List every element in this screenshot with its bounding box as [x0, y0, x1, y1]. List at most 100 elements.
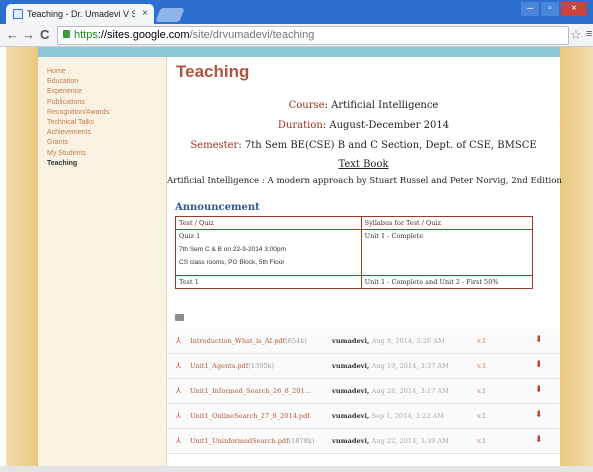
course-label: Course: [288, 100, 325, 111]
sidebar-item-education[interactable]: Education: [47, 77, 166, 87]
download-arrow-icon[interactable]: ⬇: [535, 410, 543, 420]
file-owner-name: vumadevi,: [332, 387, 370, 395]
download-arrow-icon[interactable]: ⬇: [535, 360, 543, 370]
file-owner-name: vumadevi,: [332, 337, 370, 345]
table-header-cell: Test / Quiz: [175, 216, 362, 230]
bottom-bar: [0, 466, 593, 472]
page-viewport: Home Education Experience Publications R…: [0, 47, 593, 472]
textbook-link[interactable]: Text Book: [338, 159, 388, 170]
file-link[interactable]: Introduction_What_is_AI.pdf(654k): [190, 337, 332, 345]
sidebar-item-experience[interactable]: Experience: [47, 87, 166, 97]
sidebar-nav: Home Education Experience Publications R…: [38, 57, 167, 467]
sidebar-item-my-students[interactable]: My Students: [47, 149, 166, 159]
window-maximize-button[interactable]: ▫: [541, 2, 559, 16]
course-value: : Artificial Intelligence: [324, 100, 439, 111]
file-version-link[interactable]: v.1: [477, 412, 486, 420]
main-content: Teaching Course: Artificial Intelligence…: [167, 57, 562, 467]
forward-arrow-icon[interactable]: →: [22, 26, 35, 44]
quiz-schedule: 7th Sem C & B on 22-9-2014 3:00pm: [179, 246, 286, 253]
file-version-link[interactable]: v.1: [477, 337, 486, 345]
sidebar-item-technical-talks[interactable]: Technical Talks: [47, 118, 166, 128]
file-owner: vumadevi, Aug 8, 2014, 3:26 AM: [332, 337, 445, 345]
table-cell: Unit 1 - Complete: [360, 229, 534, 276]
new-tab-button[interactable]: [155, 8, 185, 22]
list-item: ⅄ Introduction_What_is_AI.pdf(654k) vuma…: [167, 329, 560, 354]
pdf-icon: ⅄: [176, 336, 181, 345]
file-name: Unit1_UninformedSearch.pdf: [190, 437, 289, 445]
duration-label: Duration: [277, 120, 323, 131]
window-close-button[interactable]: ×: [561, 2, 587, 16]
sidebar-item-recognition-awards[interactable]: Recognition/Awards: [47, 108, 166, 118]
reload-icon[interactable]: C: [40, 26, 49, 44]
window-minimize-button[interactable]: –: [521, 2, 539, 16]
file-date: Aug 8, 2014, 3:26 AM: [371, 337, 445, 345]
list-item: ⅄ Unit1_Informed_Search_26_8_201... vuma…: [167, 379, 560, 404]
download-arrow-icon[interactable]: ⬇: [535, 435, 543, 445]
file-date: Aug 22, 2014, 3:39 AM: [371, 437, 449, 445]
table-row: Quiz 1 7th Sem C & B on 22-9-2014 3:00pm…: [175, 229, 534, 276]
pdf-icon: ⅄: [176, 361, 181, 370]
page-background-right: [560, 47, 593, 472]
table-row: Test 1 Unit 1 - Complete and Unit 2 - Fi…: [175, 275, 534, 289]
pdf-icon: ⅄: [176, 436, 181, 445]
sidebar-item-teaching[interactable]: Teaching: [47, 159, 166, 169]
textbook-description: Artificial Intelligence : A modern appro…: [167, 176, 562, 186]
list-item: ⅄ Unit1_OnlineSearch_27_8_2014.pdf vumad…: [167, 404, 560, 429]
download-arrow-icon[interactable]: ⬇: [535, 385, 543, 395]
back-arrow-icon[interactable]: ←: [6, 26, 19, 44]
sidebar-item-achievements[interactable]: Achievements: [47, 128, 166, 138]
file-size: (1878k): [288, 437, 315, 445]
browser-tab[interactable]: Teaching - Dr. Umadevi V Sr ×: [6, 4, 154, 24]
page-background-left: [6, 47, 38, 472]
file-date: Aug 19, 2014, 3:37 AM: [371, 362, 449, 370]
file-name: Unit1_Agents.pdf: [190, 362, 249, 370]
folder-icon: [175, 314, 184, 321]
sidebar-item-grants[interactable]: Grants: [47, 138, 166, 148]
duration-value: : August-December 2014: [322, 120, 450, 131]
file-link[interactable]: Unit1_Informed_Search_26_8_201...: [190, 387, 332, 395]
file-owner: vumadevi, Aug 22, 2014, 3:39 AM: [332, 437, 449, 445]
table-cell: Unit 1 - Complete and Unit 2 - First 50%: [360, 275, 534, 289]
tab-close-icon[interactable]: ×: [142, 4, 148, 24]
semester-label: Semester: [190, 140, 239, 151]
bookmark-star-icon[interactable]: ☆: [570, 27, 582, 43]
table-cell: Test 1: [175, 275, 362, 289]
file-date: Sep 1, 2014, 3:22 AM: [371, 412, 445, 420]
file-name: Introduction_What_is_AI.pdf: [190, 337, 286, 345]
quiz-table: Test / Quiz Syllabus for Test / Quiz Qui…: [175, 216, 534, 289]
file-link[interactable]: Unit1_OnlineSearch_27_8_2014.pdf: [190, 412, 332, 420]
semester-line: Semester: 7th Sem BE(CSE) B and C Sectio…: [167, 140, 560, 151]
file-owner-name: vumadevi,: [332, 412, 370, 420]
sidebar-item-home[interactable]: Home: [47, 67, 166, 77]
pdf-icon: ⅄: [176, 411, 181, 420]
sidebar-item-publications[interactable]: Publications: [47, 98, 166, 108]
lock-icon: [63, 30, 70, 38]
file-owner: vumadevi, Sep 1, 2014, 3:22 AM: [332, 412, 444, 420]
file-link[interactable]: Unit1_Agents.pdf(1395k): [190, 362, 332, 370]
browser-menu-icon[interactable]: ≡: [586, 28, 592, 40]
file-date: Aug 28, 2014, 3:17 AM: [371, 387, 449, 395]
file-owner: vumadevi, Aug 28, 2014, 3:17 AM: [332, 387, 449, 395]
file-link[interactable]: Unit1_UninformedSearch.pdf(1878k): [190, 437, 332, 445]
course-line: Course: Artificial Intelligence: [167, 100, 560, 111]
url-text: https://sites.google.com/site/drvumadevi…: [74, 27, 314, 44]
quiz-venue: CS class rooms, PG Block, 5th Floor: [179, 259, 285, 266]
browser-tab-bar: Teaching - Dr. Umadevi V Sr × – ▫ ×: [0, 0, 593, 24]
pdf-icon: ⅄: [176, 386, 181, 395]
file-owner: vumadevi, Aug 19, 2014, 3:37 AM: [332, 362, 449, 370]
list-item: ⅄ Unit1_UninformedSearch.pdf(1878k) vuma…: [167, 429, 560, 454]
page-favicon-icon: [13, 9, 23, 19]
list-item: ⅄ Unit1_Agents.pdf(1395k) vumadevi, Aug …: [167, 354, 560, 379]
address-bar[interactable]: https://sites.google.com/site/drvumadevi…: [57, 26, 569, 45]
browser-toolbar: ← → C https://sites.google.com/site/drvu…: [0, 24, 593, 47]
file-version-link[interactable]: v.1: [477, 387, 486, 395]
file-name: Unit1_Informed_Search_26_8_201...: [190, 387, 311, 395]
table-header-cell: Syllabus for Test / Quiz: [360, 216, 534, 230]
download-arrow-icon[interactable]: ⬇: [535, 335, 543, 345]
table-header-row: Test / Quiz Syllabus for Test / Quiz: [175, 216, 534, 230]
file-version-link[interactable]: v.1: [477, 437, 486, 445]
file-name: Unit1_OnlineSearch_27_8_2014.pdf: [190, 412, 310, 420]
textbook-line: Text Book: [167, 159, 560, 170]
file-version-link[interactable]: v.1: [477, 362, 486, 370]
semester-value: : 7th Sem BE(CSE) B and C Section, Dept.…: [238, 140, 537, 151]
